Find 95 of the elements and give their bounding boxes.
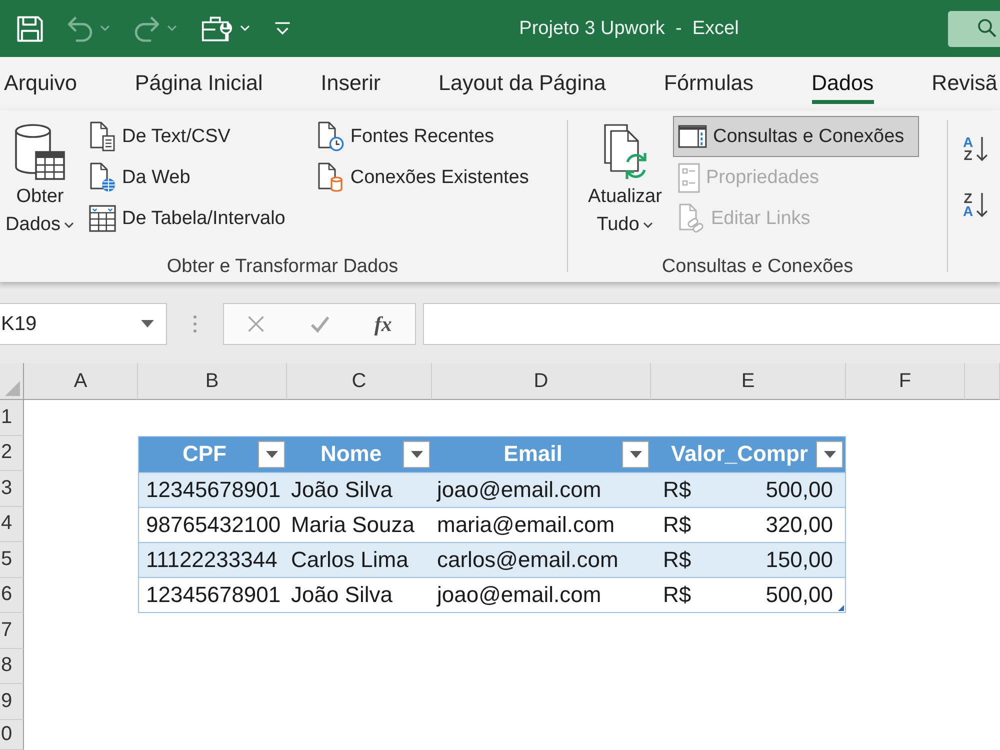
column-header[interactable]: C [287, 363, 432, 400]
row-header[interactable]: 4 [0, 506, 24, 542]
column-header[interactable]: F [846, 363, 965, 400]
column-header[interactable]: B [138, 363, 287, 400]
text-file-icon [89, 121, 116, 152]
customize-menu-icon [274, 22, 291, 35]
column-title: Nome [319, 441, 383, 468]
filter-button[interactable] [258, 440, 285, 468]
currency-symbol: R$ [662, 582, 692, 608]
name-value: Carlos Lima [290, 546, 408, 573]
name-value: João Silva [290, 476, 393, 503]
down-arrow-icon [976, 136, 988, 162]
caret-icon [410, 450, 422, 458]
grip-icon[interactable] [193, 314, 197, 334]
column-title: Email [502, 441, 564, 468]
ribbon-button[interactable]: De Text/CSV [84, 116, 300, 157]
ribbon-button[interactable]: Consultas e Conexões [673, 116, 920, 157]
formula-input[interactable] [423, 303, 1000, 345]
group-label: Consultas e Conexões [660, 255, 854, 279]
ribbon-tab[interactable]: Página Inicial [132, 57, 266, 110]
amount-value: 500,00 [766, 476, 834, 503]
caret-icon [630, 450, 642, 458]
cpf-value: 98765432100 [145, 512, 281, 538]
cancel-icon [246, 315, 266, 333]
row-header[interactable]: 7 [0, 613, 24, 648]
window-title: Projeto 3 Upwork - Excel [518, 18, 740, 40]
amount-value: 320,00 [766, 512, 834, 538]
row-header[interactable]: 9 [0, 684, 24, 720]
column-header[interactable]: E [651, 363, 846, 400]
toolbox-icon [201, 16, 233, 42]
group-label: Obter e Transformar Dados [166, 255, 400, 279]
email-value: joao@email.com [436, 476, 602, 503]
table-icon [89, 205, 116, 232]
filter-button[interactable] [816, 440, 843, 468]
ribbon-tab[interactable]: Revisã [928, 57, 1000, 110]
ribbon-tab[interactable]: Arquivo [1, 57, 80, 110]
ribbon-tab[interactable]: Inserir [318, 57, 384, 110]
name-value: João Silva [290, 582, 393, 608]
column-title: Valor_Compr [670, 441, 809, 468]
row-header[interactable]: 0 [0, 720, 24, 750]
row-header[interactable]: 8 [0, 648, 24, 684]
row-header[interactable]: 2 [0, 436, 24, 471]
name-box[interactable]: K19 [0, 303, 167, 345]
ribbon-tab[interactable]: Layout da Página [436, 57, 609, 110]
row-header[interactable]: 5 [0, 542, 24, 578]
name-value: Maria Souza [290, 512, 415, 538]
column-header[interactable]: D [432, 363, 651, 400]
currency-symbol: R$ [662, 476, 692, 503]
down-arrow-icon [976, 192, 988, 218]
sort-descending-button[interactable]: Z A [960, 184, 992, 226]
documents-refresh-icon [603, 123, 647, 181]
ribbon-button[interactable]: De Tabela/Intervalo [84, 198, 300, 239]
row-header[interactable]: 3 [0, 471, 24, 506]
cpf-value: 11122233344 [145, 546, 278, 573]
properties-list-icon [678, 162, 700, 192]
column-title: CPF [182, 441, 228, 468]
email-value: joao@email.com [436, 582, 602, 608]
redo-icon [134, 16, 160, 42]
undo-icon [67, 16, 93, 42]
ribbon-button[interactable]: Obter Dados [0, 116, 80, 239]
save-icon [17, 16, 43, 42]
ribbon-button[interactable]: Conexões Existentes [312, 157, 544, 198]
triangle-icon [5, 381, 20, 396]
amount-value: 500,00 [766, 582, 834, 608]
sort-ascending-button[interactable]: A Z [960, 128, 992, 170]
caret-icon [824, 450, 836, 458]
cpf-value: 12345678901 [145, 582, 281, 608]
caret-icon [266, 450, 278, 458]
resize-handle-icon[interactable] [838, 605, 844, 611]
search-icon [978, 19, 997, 38]
filter-button[interactable] [403, 440, 430, 468]
database-table-icon [14, 123, 66, 181]
search-field[interactable] [948, 10, 1000, 46]
side-panel-icon [678, 125, 707, 148]
ribbon-button[interactable]: Fontes Recentes [312, 116, 544, 157]
ribbon-button[interactable]: Da Web [84, 157, 300, 198]
document-database-icon [317, 162, 344, 193]
insert-function-button[interactable]: fx [351, 305, 416, 343]
currency-symbol: R$ [662, 546, 692, 573]
cpf-value: 12345678901 [145, 476, 281, 503]
document-clock-icon [317, 121, 344, 152]
email-value: carlos@email.com [436, 546, 618, 573]
document-link-icon [678, 203, 705, 234]
filter-button[interactable] [622, 440, 649, 468]
row-header[interactable]: 1 [0, 400, 24, 436]
column-header[interactable]: A [24, 363, 138, 400]
ribbon-button[interactable]: Atualizar Tudo [580, 116, 670, 239]
ribbon-tab[interactable]: Fórmulas [660, 57, 757, 110]
checkmark-icon [310, 315, 330, 333]
dropdown-arrow-icon[interactable] [141, 320, 154, 328]
email-value: maria@email.com [436, 512, 615, 538]
document-globe-icon [89, 162, 116, 193]
currency-symbol: R$ [662, 512, 692, 538]
amount-value: 150,00 [766, 546, 834, 573]
row-header[interactable]: 6 [0, 578, 24, 613]
